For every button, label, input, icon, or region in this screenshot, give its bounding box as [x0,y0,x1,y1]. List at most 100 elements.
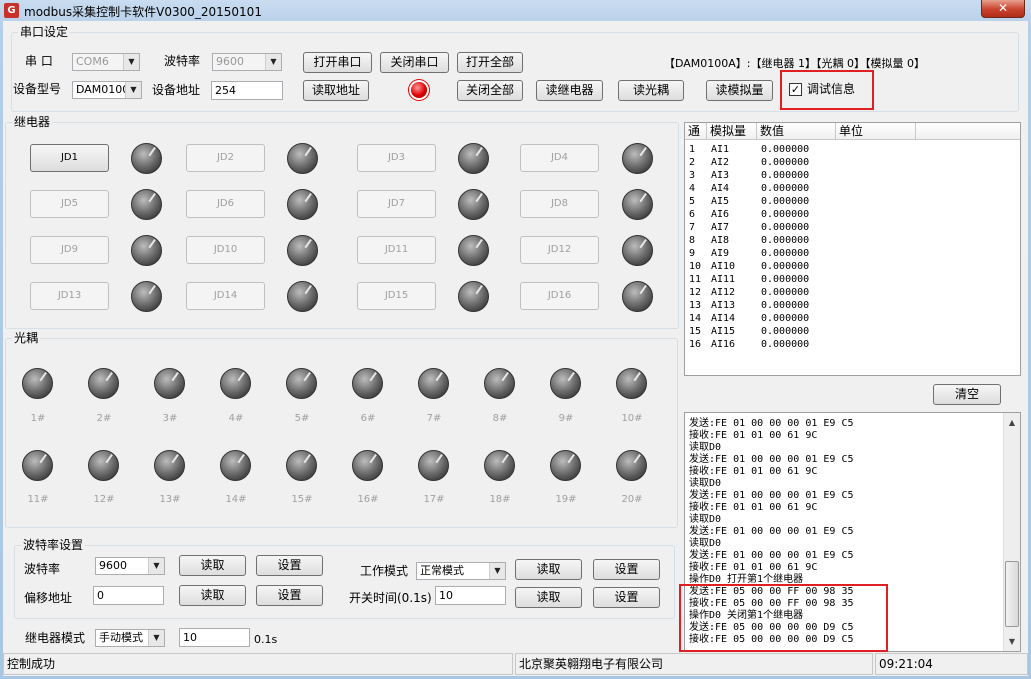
relay-button-jd16[interactable]: JD16 [520,282,599,310]
work-mode-label: 工作模式 [360,564,409,578]
clear-button[interactable]: 清空 [933,384,1001,405]
switch-time-input[interactable]: 10 [435,586,506,605]
mode-set-button[interactable]: 设置 [593,559,660,580]
col-header-unit[interactable]: 单位 [836,123,916,140]
table-cell-channel: 6 [689,209,696,220]
optic-input-knob-icon [154,368,185,399]
col-header-analog[interactable]: 模拟量 [707,123,757,140]
app-window: G modbus采集控制卡软件V0300_20150101 ✕ 串口设定 串 口… [0,0,1031,679]
relay-button-jd14[interactable]: JD14 [186,282,265,310]
relay-button-jd1[interactable]: JD1 [30,144,109,172]
relay-button-jd12[interactable]: JD12 [520,236,599,264]
optic-label: 12# [93,494,115,505]
baudset-baud-select[interactable]: 9600 ▼ [95,557,165,575]
table-cell-value: 0.000000 [761,300,810,311]
baud-select[interactable]: 9600 ▼ [212,53,282,71]
model-select[interactable]: DAM0100A ▼ [72,81,142,99]
optic-label: 1# [30,413,46,424]
relay-state-knob-icon [622,235,653,266]
relay-button-jd3[interactable]: JD3 [357,144,436,172]
table-cell-name: AI11 [711,274,736,285]
optic-input-knob-icon [286,368,317,399]
table-cell-value: 0.000000 [761,196,810,207]
close-all-button[interactable]: 关闭全部 [457,80,523,101]
table-cell-name: AI9 [711,248,730,259]
table-cell-channel: 9 [689,248,696,259]
debug-highlight-box [780,70,874,110]
scroll-up-icon[interactable]: ▲ [1005,415,1019,430]
relay-time-input[interactable]: 10 [179,628,250,647]
baud-read-button[interactable]: 读取 [179,555,246,576]
table-cell-name: AI16 [711,339,736,350]
open-port-button[interactable]: 打开串口 [303,52,372,73]
relay-button-jd10[interactable]: JD10 [186,236,265,264]
col-header-value[interactable]: 数值 [757,123,836,140]
read-address-button[interactable]: 读取地址 [303,80,369,101]
port-select[interactable]: COM6 ▼ [72,53,140,71]
table-cell-value: 0.000000 [761,209,810,220]
mode-read-button[interactable]: 读取 [515,559,582,580]
work-mode-select[interactable]: 正常模式 ▼ [416,562,506,580]
relay-button-jd5[interactable]: JD5 [30,190,109,218]
baud-set-button[interactable]: 设置 [256,555,323,576]
close-button[interactable]: ✕ [981,0,1025,18]
relay-button-jd6[interactable]: JD6 [186,190,265,218]
relay-button-jd13[interactable]: JD13 [30,282,109,310]
close-port-button[interactable]: 关闭串口 [380,52,449,73]
relay-mode-select[interactable]: 手动模式 ▼ [95,629,165,647]
offset-set-button[interactable]: 设置 [256,585,323,606]
offset-label: 偏移地址 [24,591,73,605]
relay-state-knob-icon [622,189,653,220]
relay-button-jd9[interactable]: JD9 [30,236,109,264]
optic-input-knob-icon [352,450,383,481]
relay-button-jd15[interactable]: JD15 [357,282,436,310]
relay-mode-label: 继电器模式 [25,631,86,645]
optic-label: 16# [357,494,379,505]
table-cell-name: AI6 [711,209,730,220]
table-cell-name: AI12 [711,287,736,298]
address-input[interactable]: 254 [211,81,283,100]
relay-button-jd11[interactable]: JD11 [357,236,436,264]
table-cell-name: AI4 [711,183,730,194]
optic-input-knob-icon [22,368,53,399]
table-cell-channel: 15 [689,326,702,337]
relay-state-knob-icon [287,143,318,174]
scroll-thumb[interactable] [1005,561,1019,627]
table-cell-value: 0.000000 [761,339,810,350]
optic-input-knob-icon [616,450,647,481]
relay-button-jd7[interactable]: JD7 [357,190,436,218]
optic-label: 18# [489,494,511,505]
optic-input-knob-icon [88,450,119,481]
table-cell-channel: 12 [689,287,702,298]
read-optic-button[interactable]: 读光耦 [618,80,684,101]
open-all-button[interactable]: 打开全部 [457,52,523,73]
baudset-baud-value: 9600 [99,559,127,572]
time-set-button[interactable]: 设置 [593,587,660,608]
relay-button-jd4[interactable]: JD4 [520,144,599,172]
chevron-down-icon: ▼ [123,54,139,70]
baud-settings-title: 波特率设置 [21,538,86,552]
analog-table[interactable]: 通 模拟量 数值 单位 1 AI1 0.000000 2 AI2 0.000000 3 AI3… [684,122,1021,376]
baud-value: 9600 [216,55,244,68]
read-relay-button[interactable]: 读继电器 [536,80,603,101]
optic-label: 17# [423,494,445,505]
optic-input-knob-icon [88,368,119,399]
relay-state-knob-icon [287,189,318,220]
offset-read-button[interactable]: 读取 [179,585,246,606]
table-cell-value: 0.000000 [761,144,810,155]
time-read-button[interactable]: 读取 [515,587,582,608]
table-cell-channel: 14 [689,313,702,324]
scroll-down-icon[interactable]: ▼ [1005,634,1019,649]
offset-input[interactable]: 0 [93,586,164,605]
col-header-channel[interactable]: 通 [685,123,707,140]
log-scrollbar[interactable]: ▲ ▼ [1003,413,1020,651]
relay-button-jd8[interactable]: JD8 [520,190,599,218]
read-analog-button[interactable]: 读模拟量 [706,80,773,101]
status-led-icon [411,82,427,98]
table-cell-channel: 7 [689,222,696,233]
relay-mode-value: 手动模式 [99,631,143,644]
optic-input-knob-icon [22,450,53,481]
relay-button-jd2[interactable]: JD2 [186,144,265,172]
optic-label: 19# [555,494,577,505]
table-cell-value: 0.000000 [761,222,810,233]
